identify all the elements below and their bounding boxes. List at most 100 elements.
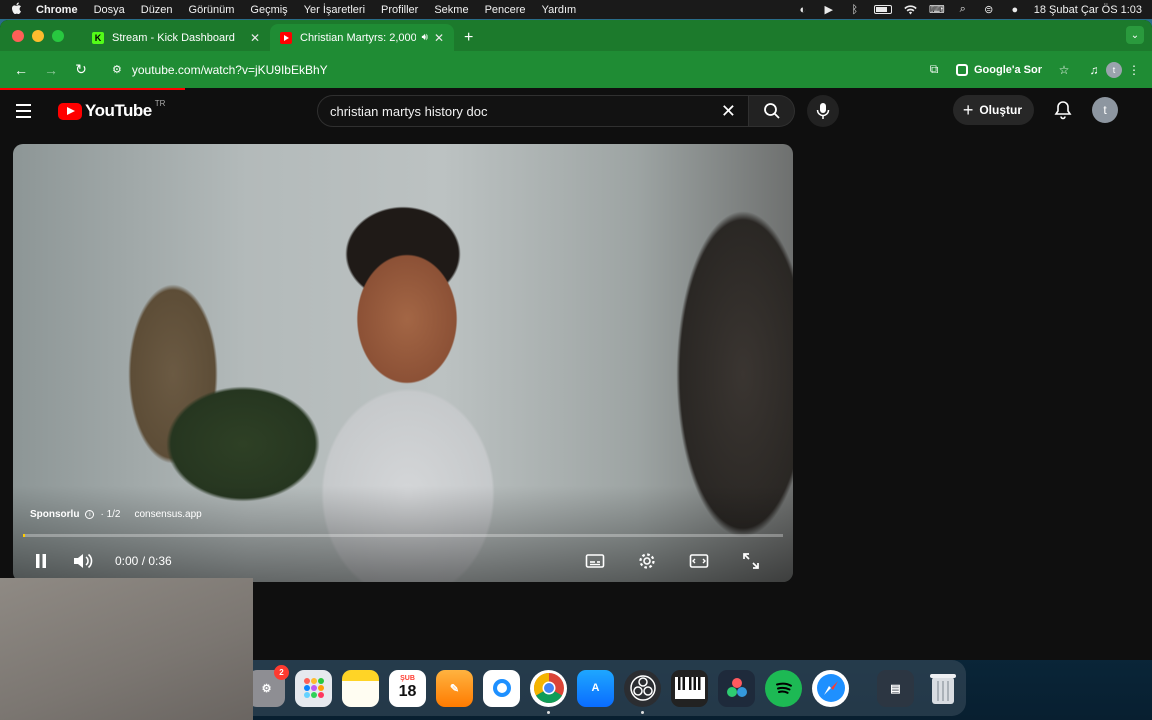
menu-icon[interactable] [16,99,40,123]
dock-screen-preview-icon[interactable]: ▤ [877,669,914,707]
dock-finder-icon[interactable] [483,669,520,707]
dock: ⚙ 2 ŞUB 18 ✎ A ▤ [236,660,966,716]
ad-info-icon[interactable]: i [85,510,95,519]
reload-icon[interactable]: ↻ [68,57,94,83]
siri-icon[interactable]: ● [1008,4,1022,16]
more-menu-icon[interactable]: ⋮ [1124,60,1144,80]
volume-button[interactable] [69,547,97,575]
menu-view[interactable]: Görünüm [189,4,235,16]
tab-audio-icon[interactable]: 🔊︎ [422,32,428,43]
dock-trash-icon[interactable] [924,670,961,707]
google-lens-label: Google'a Sor [973,63,1042,76]
spotlight-search-icon[interactable]: ⌕ [956,3,970,15]
dock-launchpad-icon[interactable] [295,669,332,707]
close-window-button[interactable] [12,29,24,42]
dock-notes-icon[interactable] [342,669,379,707]
settings-badge: 2 [274,664,289,680]
video-player[interactable]: Sponsorlu i · 1/2 consensus.app 0:00 / 0… [13,144,793,582]
region-code: TR [154,99,166,108]
menu-file[interactable]: Dosya [94,4,125,16]
theater-mode-button[interactable] [685,547,713,575]
youtube-play-icon [58,102,82,120]
close-tab-icon[interactable]: ✕ [250,31,260,45]
menu-profiles[interactable]: Profiller [381,4,418,16]
webcam-overlay [0,578,253,720]
menu-edit[interactable]: Düzen [141,4,173,16]
create-label: Oluştur [979,103,1022,117]
menubar-clock[interactable]: 18 Şubat Çar ÖS 1:03 [1034,4,1142,16]
ad-position: · 1/2 [100,509,121,520]
media-play-icon[interactable]: ▶ [822,4,836,16]
youtube-page: YouTube TR christian martys history doc … [0,88,1152,660]
dock-app-store-icon[interactable]: A [577,669,614,707]
dock-davinci-resolve-icon[interactable] [718,669,755,707]
pause-button[interactable] [27,547,55,575]
menu-help[interactable]: Yardım [542,4,577,16]
site-info-icon[interactable]: ⚙︎ [112,63,122,76]
fullscreen-button[interactable] [737,547,765,575]
window-controls [12,20,64,51]
fullscreen-icon [743,553,759,569]
profile-avatar: t [1106,61,1122,78]
dock-piano-icon[interactable] [671,669,708,707]
google-lens-button[interactable]: Google'a Sor [955,63,1042,76]
progress-bar[interactable] [23,534,783,537]
search-input[interactable]: christian martys history doc ✕ [317,95,749,127]
menu-app-name[interactable]: Chrome [36,4,78,16]
dock-system-settings-icon[interactable]: ⚙ 2 [248,664,289,707]
url-text[interactable]: youtube.com/watch?v=jKU9IbEkBhY [132,63,916,77]
settings-button[interactable] [633,547,661,575]
clear-search-icon[interactable]: ✕ [721,101,736,122]
battery-icon[interactable] [873,5,892,14]
bluetooth-icon[interactable]: ᛒ [848,4,862,16]
ad-badge: Sponsorlu i · 1/2 consensus.app [30,509,202,520]
tab-kick-dashboard[interactable]: K Stream - Kick Dashboard ✕ [82,24,270,51]
dock-obs-icon[interactable] [624,669,661,714]
address-bar[interactable]: ⚙︎ youtube.com/watch?v=jKU9IbEkBhY [104,56,924,84]
running-indicator [547,710,550,714]
cast-icon[interactable]: ⧉ [924,60,944,80]
bookmark-star-icon[interactable]: ☆ [1054,60,1074,80]
menu-window[interactable]: Pencere [485,4,526,16]
media-control-icon[interactable]: ♫ [1084,60,1104,80]
input-source-icon[interactable]: ⌨ [929,4,945,16]
search-query[interactable]: christian martys history doc [330,104,721,119]
pause-icon [36,554,46,568]
voice-search-button[interactable] [807,95,839,127]
menu-tab[interactable]: Sekme [434,4,468,16]
ad-domain-link[interactable]: consensus.app [134,509,201,520]
menu-history[interactable]: Geçmiş [250,4,287,16]
subtitles-button[interactable] [581,547,609,575]
tab-title: Christian Martyrs: 2,000 Y [300,31,416,44]
menu-bar: Chrome Dosya Düzen Görünüm Geçmiş Yer İş… [0,0,1152,19]
theater-icon [689,554,709,568]
new-tab-button[interactable]: + [454,24,483,51]
minimize-window-button[interactable] [32,29,44,42]
forward-icon[interactable]: → [38,57,64,83]
apple-icon[interactable] [10,2,22,18]
dock-calendar-icon[interactable]: ŞUB 18 [389,669,426,707]
account-avatar[interactable]: t [1092,97,1118,123]
dock-safari-icon[interactable] [812,669,849,707]
profile-button[interactable]: t [1104,60,1124,80]
zoom-window-button[interactable] [52,29,64,42]
tab-search-icon[interactable]: ⌄ [1126,26,1144,44]
captions-icon [585,554,605,568]
search-icon [763,103,780,119]
create-button[interactable]: + Oluştur [952,95,1034,125]
dock-spotify-icon[interactable] [765,669,802,707]
wifi-icon[interactable] [904,4,918,15]
close-tab-icon[interactable]: ✕ [434,31,444,45]
control-center-icon[interactable]: ⊜ [982,4,996,16]
tab-youtube-video[interactable]: Christian Martyrs: 2,000 Y 🔊︎ ✕ [270,24,454,51]
notifications-icon[interactable] [1052,99,1074,121]
back-icon[interactable]: ← [8,57,34,83]
dock-chrome-icon[interactable] [530,669,567,714]
player-controls: 0:00 / 0:36 [13,544,793,578]
menu-bookmarks[interactable]: Yer İşaretleri [304,4,365,16]
dock-pages-icon[interactable]: ✎ [436,669,473,707]
running-indicator [641,710,644,714]
search-button[interactable] [749,95,795,127]
obs-status-icon[interactable]: ◐ [796,4,810,16]
youtube-logo[interactable]: YouTube TR [58,99,166,121]
